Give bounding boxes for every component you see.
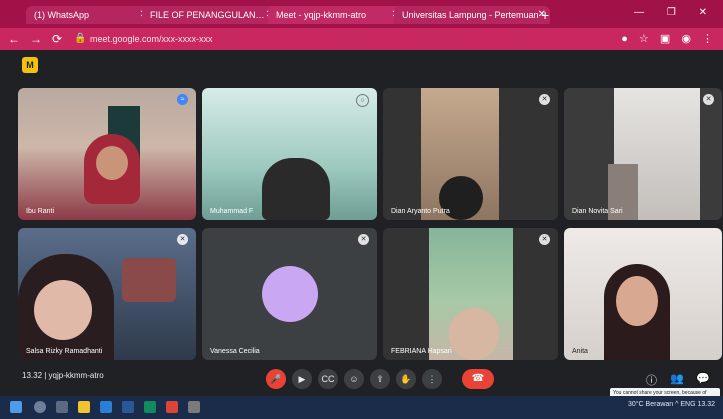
tab-label: Meet - yqjp-kkmm-atro [276,10,367,20]
participant-name: FEBRIANA Hapsari [391,348,452,355]
participant-tile[interactable]: ≈ Ibu Ranti [18,88,196,220]
avatar [262,266,318,322]
participant-tile[interactable]: Anita [564,228,722,360]
tab-whatsapp[interactable]: (1) WhatsApp ✕ [26,6,152,24]
forward-icon[interactable]: → [30,31,42,47]
participant-name: Dian Aryanto Putra [391,208,450,215]
camera-icon[interactable]: ▶ [292,369,312,389]
start-icon[interactable] [10,401,22,413]
search-icon[interactable] [34,401,46,413]
info-icon[interactable]: ⓘ [646,372,657,388]
tab-label: FILE OF PENANGGULANGA... [150,10,277,20]
emoji-icon[interactable]: ☺ [344,369,364,389]
bookmark-star-icon[interactable]: ☆ [639,33,649,45]
tab-label: (1) WhatsApp [34,10,90,20]
participant-tile[interactable]: ✕ FEBRIANA Hapsari [383,228,558,360]
browser-toolbar-icons: ● ☆ ▣ ◉ ⋮ [613,31,713,47]
windows-taskbar: 30°C Berawan ^ ENG 13.32 [0,396,723,419]
chat-icon[interactable]: 💬 [696,372,710,385]
edge-icon[interactable] [144,401,156,413]
tab-document[interactable]: FILE OF PENANGGULANGA... ✕ [142,6,278,24]
menu-icon[interactable]: ⋮ [702,33,713,45]
mail-icon[interactable] [100,401,112,413]
profile-icon[interactable]: ◉ [681,33,691,45]
url-field[interactable]: meet.google.com/xxx-xxxx-xxx [90,31,560,47]
muted-mic-icon: ○ [356,94,369,107]
participant-name: Ibu Ranti [26,208,55,215]
muted-mic-icon: ✕ [703,94,714,105]
system-tray[interactable]: 30°C Berawan ^ ENG 13.32 [628,401,715,408]
participant-face [96,146,128,180]
muted-mic-icon: ✕ [177,234,188,245]
participant-name: Vanessa Cecilia [210,348,260,355]
participant-tile[interactable]: ✕ Dian Novita Sari [564,88,722,220]
participant-face [449,308,499,360]
reload-icon[interactable]: ⟳ [52,31,62,47]
address-bar: ← → ⟳ 🔒 meet.google.com/xxx-xxxx-xxx ● ☆… [0,28,723,50]
tab-university[interactable]: Universitas Lampung - Pertemuan ✕ [394,6,550,24]
lock-icon[interactable]: 🔒 [74,31,86,47]
participant-name: Salsa Rizky Ramadhanti [26,348,103,355]
browser-tab-bar: (1) WhatsApp ✕ FILE OF PENANGGULANGA... … [0,0,723,28]
captions-icon[interactable]: CC [318,369,338,389]
participant-name: Muhammad F [210,208,254,215]
raise-hand-icon[interactable]: ✋ [396,369,416,389]
mic-icon[interactable]: 🎤 [266,369,286,389]
file-explorer-icon[interactable] [78,401,90,413]
muted-mic-icon: ✕ [539,234,550,245]
participant-tile[interactable]: ✕ Dian Aryanto Putra [383,88,558,220]
tab-label: Universitas Lampung - Pertemuan [402,10,539,20]
more-icon[interactable]: ⋮ [422,369,442,389]
participant-face [616,276,658,326]
participant-name: Dian Novita Sari [572,208,623,215]
participant-tile[interactable]: ✕ Salsa Rizky Ramadhanti [18,228,196,360]
people-icon[interactable]: 👥 [670,372,684,385]
participant-video [262,158,330,220]
meet-stage: M ≈ Ibu Ranti ○ Muhammad F ✕ Dian Aryant… [0,50,723,396]
window-controls[interactable]: — ❐ ✕ [634,7,717,18]
participant-face [34,280,92,340]
app-icon[interactable] [188,401,200,413]
participant-tile[interactable]: ✕ Vanessa Cecilia [202,228,377,360]
chrome-icon[interactable] [166,401,178,413]
back-icon[interactable]: ← [8,31,20,47]
task-view-icon[interactable] [56,401,68,413]
new-tab-button[interactable]: + [541,7,549,23]
camera-indicator-icon[interactable]: ● [621,33,628,45]
extensions-icon[interactable]: ▣ [660,33,670,45]
meeting-info: 13.32 | yqjp-kkmm-atro [22,371,104,380]
google-meet-icon: M [22,57,38,73]
call-end-icon[interactable]: ☎ [462,369,494,389]
present-icon[interactable]: ⇪ [370,369,390,389]
participant-tile[interactable]: ○ Muhammad F [202,88,377,220]
tab-meet[interactable]: Meet - yqjp-kkmm-atro ✕ [268,6,404,24]
muted-mic-icon: ✕ [539,94,550,105]
background-object [122,258,176,302]
participant-name: Anita [572,348,588,355]
active-speaker-icon: ≈ [177,94,188,105]
muted-mic-icon: ✕ [358,234,369,245]
word-icon[interactable] [122,401,134,413]
